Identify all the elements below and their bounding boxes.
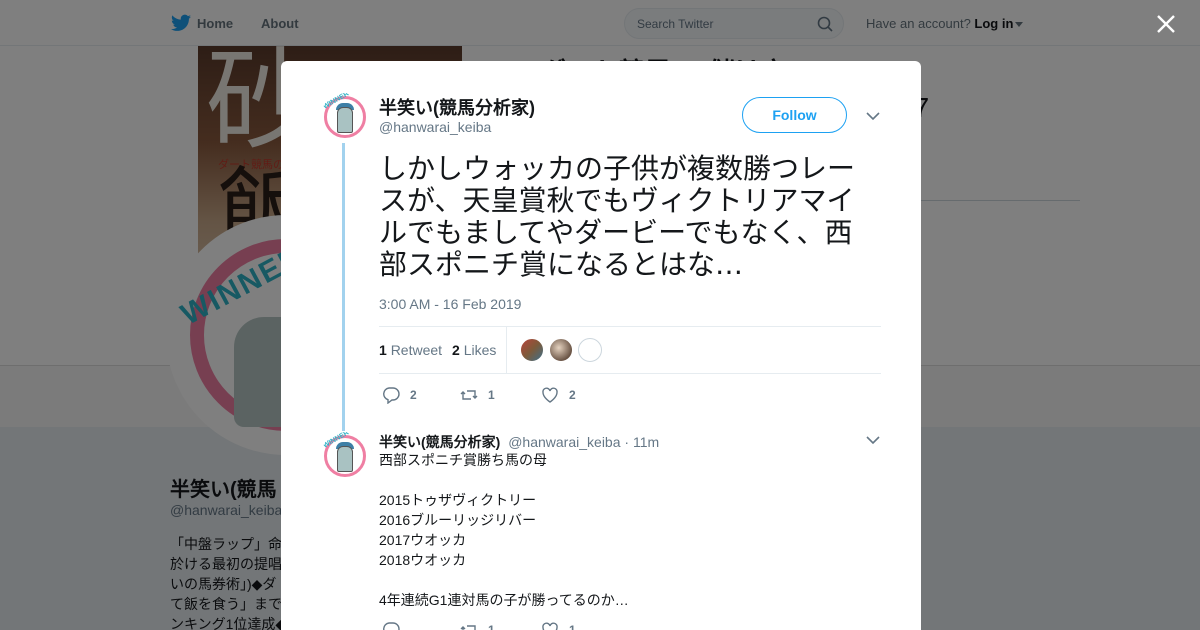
reply-author-name[interactable]: 半笑い(競馬分析家) bbox=[379, 434, 500, 450]
tweet-text: しかしウォッカの子供が複数勝つレースが、天皇賞秋でもヴィクトリアマイルでもまして… bbox=[379, 152, 856, 281]
retweet-button[interactable]: 1 bbox=[460, 620, 495, 630]
reply-line bbox=[379, 470, 859, 490]
retweet-count-stat[interactable]: 1 Retweet bbox=[379, 342, 442, 358]
reply-header: 半笑い(競馬分析家) @hanwarai_keiba · 11m bbox=[379, 432, 659, 452]
author-handle[interactable]: @hanwarai_keiba bbox=[379, 119, 491, 135]
like-count: 2 bbox=[452, 342, 460, 358]
reply-line: 2018ウオッカ bbox=[379, 552, 467, 568]
liker-avatar[interactable] bbox=[549, 338, 573, 362]
avatar-figure bbox=[337, 107, 353, 133]
liker-avatar[interactable] bbox=[520, 338, 544, 362]
tweet-actions: 2 1 2 bbox=[382, 385, 682, 405]
like-stat-label: Likes bbox=[463, 342, 497, 358]
reply-text: 西部スポニチ賞勝ち馬の母 2015トゥザヴィクトリー 2016ブルーリッジリバー… bbox=[379, 450, 859, 610]
thread-line bbox=[342, 143, 345, 431]
retweet-action-count: 1 bbox=[488, 388, 495, 402]
heart-icon bbox=[542, 622, 558, 630]
reply-line: 4年連続G1連対馬の子が勝ってるのか… bbox=[379, 592, 629, 608]
tweet-stats: 1 Retweet 2 Likes bbox=[379, 326, 881, 374]
reply-line: 2015トゥザヴィクトリー bbox=[379, 492, 537, 508]
reply-icon bbox=[383, 387, 400, 404]
reply-author-handle[interactable]: @hanwarai_keiba bbox=[508, 434, 620, 450]
reply-line: 2016ブルーリッジリバー bbox=[379, 512, 537, 528]
chevron-down-icon[interactable] bbox=[866, 435, 880, 445]
tweet-timestamp[interactable]: 3:00 AM - 16 Feb 2019 bbox=[379, 296, 521, 312]
reply-time[interactable]: · 11m bbox=[624, 434, 659, 450]
reply-count: 2 bbox=[410, 388, 417, 402]
retweet-icon bbox=[460, 390, 478, 400]
retweet-stat-label: Retweet bbox=[390, 342, 443, 358]
like-button[interactable]: 1 bbox=[541, 620, 576, 630]
retweet-action-count: 1 bbox=[488, 623, 495, 630]
like-button[interactable]: 2 bbox=[541, 385, 576, 405]
close-icon[interactable] bbox=[1154, 12, 1178, 36]
retweet-icon bbox=[460, 625, 476, 630]
reply-line bbox=[379, 570, 859, 590]
like-action-count: 1 bbox=[569, 623, 576, 630]
reply-icon bbox=[383, 622, 400, 630]
author-name[interactable]: 半笑い(競馬分析家) bbox=[379, 94, 535, 120]
retweet-count: 1 bbox=[379, 342, 387, 358]
reply-actions: 1 1 bbox=[382, 620, 682, 630]
reply-button[interactable] bbox=[382, 620, 410, 630]
reply-author-avatar[interactable]: WINNER bbox=[321, 432, 369, 480]
tweet-modal: WINNER 半笑い(競馬分析家) @hanwarai_keiba Follow… bbox=[281, 61, 921, 630]
like-action-count: 2 bbox=[569, 388, 576, 402]
reply-line: 2017ウオッカ bbox=[379, 532, 467, 548]
follow-button[interactable]: Follow bbox=[742, 97, 847, 133]
stats-divider bbox=[506, 327, 507, 373]
heart-icon bbox=[542, 387, 558, 403]
reply-line: 西部スポニチ賞勝ち馬の母 bbox=[379, 452, 547, 468]
liker-avatar[interactable] bbox=[578, 338, 602, 362]
like-count-stat[interactable]: 2 Likes bbox=[452, 342, 496, 358]
chevron-down-icon[interactable] bbox=[866, 111, 880, 121]
author-avatar[interactable]: WINNER bbox=[321, 93, 369, 141]
avatar-figure bbox=[337, 446, 353, 472]
reply-button[interactable]: 2 bbox=[382, 385, 417, 405]
retweet-button[interactable]: 1 bbox=[460, 385, 495, 405]
